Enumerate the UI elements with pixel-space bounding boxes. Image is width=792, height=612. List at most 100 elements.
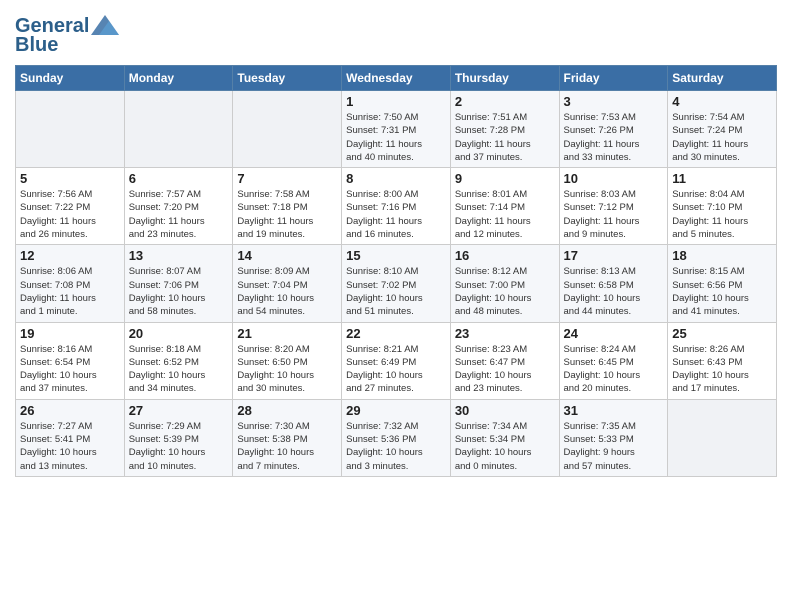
day-number: 5 — [20, 171, 120, 186]
calendar-cell: 10 Sunrise: 8:03 AM Sunset: 7:12 PM Dayli… — [559, 168, 668, 245]
weekday-header-saturday: Saturday — [668, 66, 777, 91]
week-row-1: 1Sunrise: 7:50 AM Sunset: 7:31 PM Daylig… — [16, 91, 777, 168]
calendar-cell: 6 Sunrise: 7:57 AM Sunset: 7:20 PM Daylig… — [124, 168, 233, 245]
calendar-cell: 17 Sunrise: 8:13 AM Sunset: 6:58 PM Dayli… — [559, 245, 668, 322]
day-number: 10 — [564, 171, 664, 186]
day-number: 13 — [129, 248, 229, 263]
day-number: 17 — [564, 248, 664, 263]
day-info: Sunrise: 7:58 AM Sunset: 7:18 PM Dayligh… — [237, 188, 337, 241]
calendar-cell: 18 Sunrise: 8:15 AM Sunset: 6:56 PM Dayli… — [668, 245, 777, 322]
header: General Blue — [15, 10, 777, 57]
logo-blue: Blue — [15, 34, 58, 57]
weekday-header-friday: Friday — [559, 66, 668, 91]
day-number: 1 — [346, 94, 446, 109]
day-info: Sunrise: 7:29 AM Sunset: 5:39 PM Dayligh… — [129, 420, 229, 473]
day-number: 22 — [346, 326, 446, 341]
day-info: Sunrise: 7:27 AM Sunset: 5:41 PM Dayligh… — [20, 420, 120, 473]
day-number: 24 — [564, 326, 664, 341]
day-number: 16 — [455, 248, 555, 263]
day-info: Sunrise: 8:01 AM Sunset: 7:14 PM Dayligh… — [455, 188, 555, 241]
day-number: 20 — [129, 326, 229, 341]
day-number: 25 — [672, 326, 772, 341]
calendar-cell — [668, 399, 777, 476]
calendar-cell: 15 Sunrise: 8:10 AM Sunset: 7:02 PM Dayli… — [342, 245, 451, 322]
calendar-cell: 30 Sunrise: 7:34 AM Sunset: 5:34 PM Dayli… — [450, 399, 559, 476]
day-number: 2 — [455, 94, 555, 109]
calendar-cell: 16Sunrise: 8:12 AM Sunset: 7:00 PM Dayli… — [450, 245, 559, 322]
day-info: Sunrise: 8:00 AM Sunset: 7:16 PM Dayligh… — [346, 188, 446, 241]
day-number: 12 — [20, 248, 120, 263]
calendar-cell: 23 Sunrise: 8:23 AM Sunset: 6:47 PM Dayli… — [450, 322, 559, 399]
day-info: Sunrise: 8:06 AM Sunset: 7:08 PM Dayligh… — [20, 265, 120, 318]
day-info: Sunrise: 7:30 AM Sunset: 5:38 PM Dayligh… — [237, 420, 337, 473]
day-number: 14 — [237, 248, 337, 263]
day-info: Sunrise: 8:21 AM Sunset: 6:49 PM Dayligh… — [346, 343, 446, 396]
day-info: Sunrise: 8:23 AM Sunset: 6:47 PM Dayligh… — [455, 343, 555, 396]
calendar-cell: 5Sunrise: 7:56 AM Sunset: 7:22 PM Daylig… — [16, 168, 125, 245]
day-number: 15 — [346, 248, 446, 263]
weekday-header-tuesday: Tuesday — [233, 66, 342, 91]
calendar-cell: 12 Sunrise: 8:06 AM Sunset: 7:08 PM Dayli… — [16, 245, 125, 322]
calendar-cell: 1Sunrise: 7:50 AM Sunset: 7:31 PM Daylig… — [342, 91, 451, 168]
page: General Blue SundayMondayTuesdayWednesda… — [0, 0, 792, 492]
day-number: 8 — [346, 171, 446, 186]
calendar-cell: 11Sunrise: 8:04 AM Sunset: 7:10 PM Dayli… — [668, 168, 777, 245]
logo-icon — [91, 15, 119, 35]
day-info: Sunrise: 8:09 AM Sunset: 7:04 PM Dayligh… — [237, 265, 337, 318]
calendar-cell: 13 Sunrise: 8:07 AM Sunset: 7:06 PM Dayli… — [124, 245, 233, 322]
day-info: Sunrise: 8:03 AM Sunset: 7:12 PM Dayligh… — [564, 188, 664, 241]
day-number: 6 — [129, 171, 229, 186]
day-info: Sunrise: 7:54 AM Sunset: 7:24 PM Dayligh… — [672, 111, 772, 164]
calendar-cell: 9Sunrise: 8:01 AM Sunset: 7:14 PM Daylig… — [450, 168, 559, 245]
calendar-cell — [16, 91, 125, 168]
calendar-cell: 19 Sunrise: 8:16 AM Sunset: 6:54 PM Dayli… — [16, 322, 125, 399]
day-info: Sunrise: 8:24 AM Sunset: 6:45 PM Dayligh… — [564, 343, 664, 396]
day-info: Sunrise: 7:35 AM Sunset: 5:33 PM Dayligh… — [564, 420, 664, 473]
calendar-cell: 27 Sunrise: 7:29 AM Sunset: 5:39 PM Dayli… — [124, 399, 233, 476]
day-number: 27 — [129, 403, 229, 418]
day-number: 4 — [672, 94, 772, 109]
calendar-cell: 2 Sunrise: 7:51 AM Sunset: 7:28 PM Daylig… — [450, 91, 559, 168]
weekday-header-thursday: Thursday — [450, 66, 559, 91]
day-number: 30 — [455, 403, 555, 418]
week-row-4: 19 Sunrise: 8:16 AM Sunset: 6:54 PM Dayli… — [16, 322, 777, 399]
week-row-5: 26Sunrise: 7:27 AM Sunset: 5:41 PM Dayli… — [16, 399, 777, 476]
day-number: 21 — [237, 326, 337, 341]
day-info: Sunrise: 7:34 AM Sunset: 5:34 PM Dayligh… — [455, 420, 555, 473]
day-info: Sunrise: 8:10 AM Sunset: 7:02 PM Dayligh… — [346, 265, 446, 318]
day-number: 23 — [455, 326, 555, 341]
day-info: Sunrise: 8:04 AM Sunset: 7:10 PM Dayligh… — [672, 188, 772, 241]
calendar-cell: 29 Sunrise: 7:32 AM Sunset: 5:36 PM Dayli… — [342, 399, 451, 476]
day-info: Sunrise: 7:57 AM Sunset: 7:20 PM Dayligh… — [129, 188, 229, 241]
weekday-header-row: SundayMondayTuesdayWednesdayThursdayFrid… — [16, 66, 777, 91]
day-number: 7 — [237, 171, 337, 186]
calendar-cell: 8 Sunrise: 8:00 AM Sunset: 7:16 PM Daylig… — [342, 168, 451, 245]
calendar-cell: 22 Sunrise: 8:21 AM Sunset: 6:49 PM Dayli… — [342, 322, 451, 399]
day-info: Sunrise: 7:51 AM Sunset: 7:28 PM Dayligh… — [455, 111, 555, 164]
day-number: 18 — [672, 248, 772, 263]
day-info: Sunrise: 8:16 AM Sunset: 6:54 PM Dayligh… — [20, 343, 120, 396]
day-info: Sunrise: 8:07 AM Sunset: 7:06 PM Dayligh… — [129, 265, 229, 318]
calendar-cell: 7 Sunrise: 7:58 AM Sunset: 7:18 PM Daylig… — [233, 168, 342, 245]
day-info: Sunrise: 8:18 AM Sunset: 6:52 PM Dayligh… — [129, 343, 229, 396]
weekday-header-wednesday: Wednesday — [342, 66, 451, 91]
calendar-cell: 26Sunrise: 7:27 AM Sunset: 5:41 PM Dayli… — [16, 399, 125, 476]
calendar-cell — [233, 91, 342, 168]
calendar-cell — [124, 91, 233, 168]
calendar-cell: 25 Sunrise: 8:26 AM Sunset: 6:43 PM Dayli… — [668, 322, 777, 399]
calendar-cell: 4 Sunrise: 7:54 AM Sunset: 7:24 PM Daylig… — [668, 91, 777, 168]
day-number: 29 — [346, 403, 446, 418]
day-info: Sunrise: 7:32 AM Sunset: 5:36 PM Dayligh… — [346, 420, 446, 473]
day-info: Sunrise: 8:15 AM Sunset: 6:56 PM Dayligh… — [672, 265, 772, 318]
weekday-header-sunday: Sunday — [16, 66, 125, 91]
day-number: 19 — [20, 326, 120, 341]
day-number: 28 — [237, 403, 337, 418]
day-info: Sunrise: 8:26 AM Sunset: 6:43 PM Dayligh… — [672, 343, 772, 396]
day-info: Sunrise: 8:13 AM Sunset: 6:58 PM Dayligh… — [564, 265, 664, 318]
calendar-cell: 20 Sunrise: 8:18 AM Sunset: 6:52 PM Dayli… — [124, 322, 233, 399]
day-info: Sunrise: 8:20 AM Sunset: 6:50 PM Dayligh… — [237, 343, 337, 396]
calendar-cell: 14 Sunrise: 8:09 AM Sunset: 7:04 PM Dayli… — [233, 245, 342, 322]
calendar-cell: 21 Sunrise: 8:20 AM Sunset: 6:50 PM Dayli… — [233, 322, 342, 399]
calendar-cell: 24 Sunrise: 8:24 AM Sunset: 6:45 PM Dayli… — [559, 322, 668, 399]
weekday-header-monday: Monday — [124, 66, 233, 91]
